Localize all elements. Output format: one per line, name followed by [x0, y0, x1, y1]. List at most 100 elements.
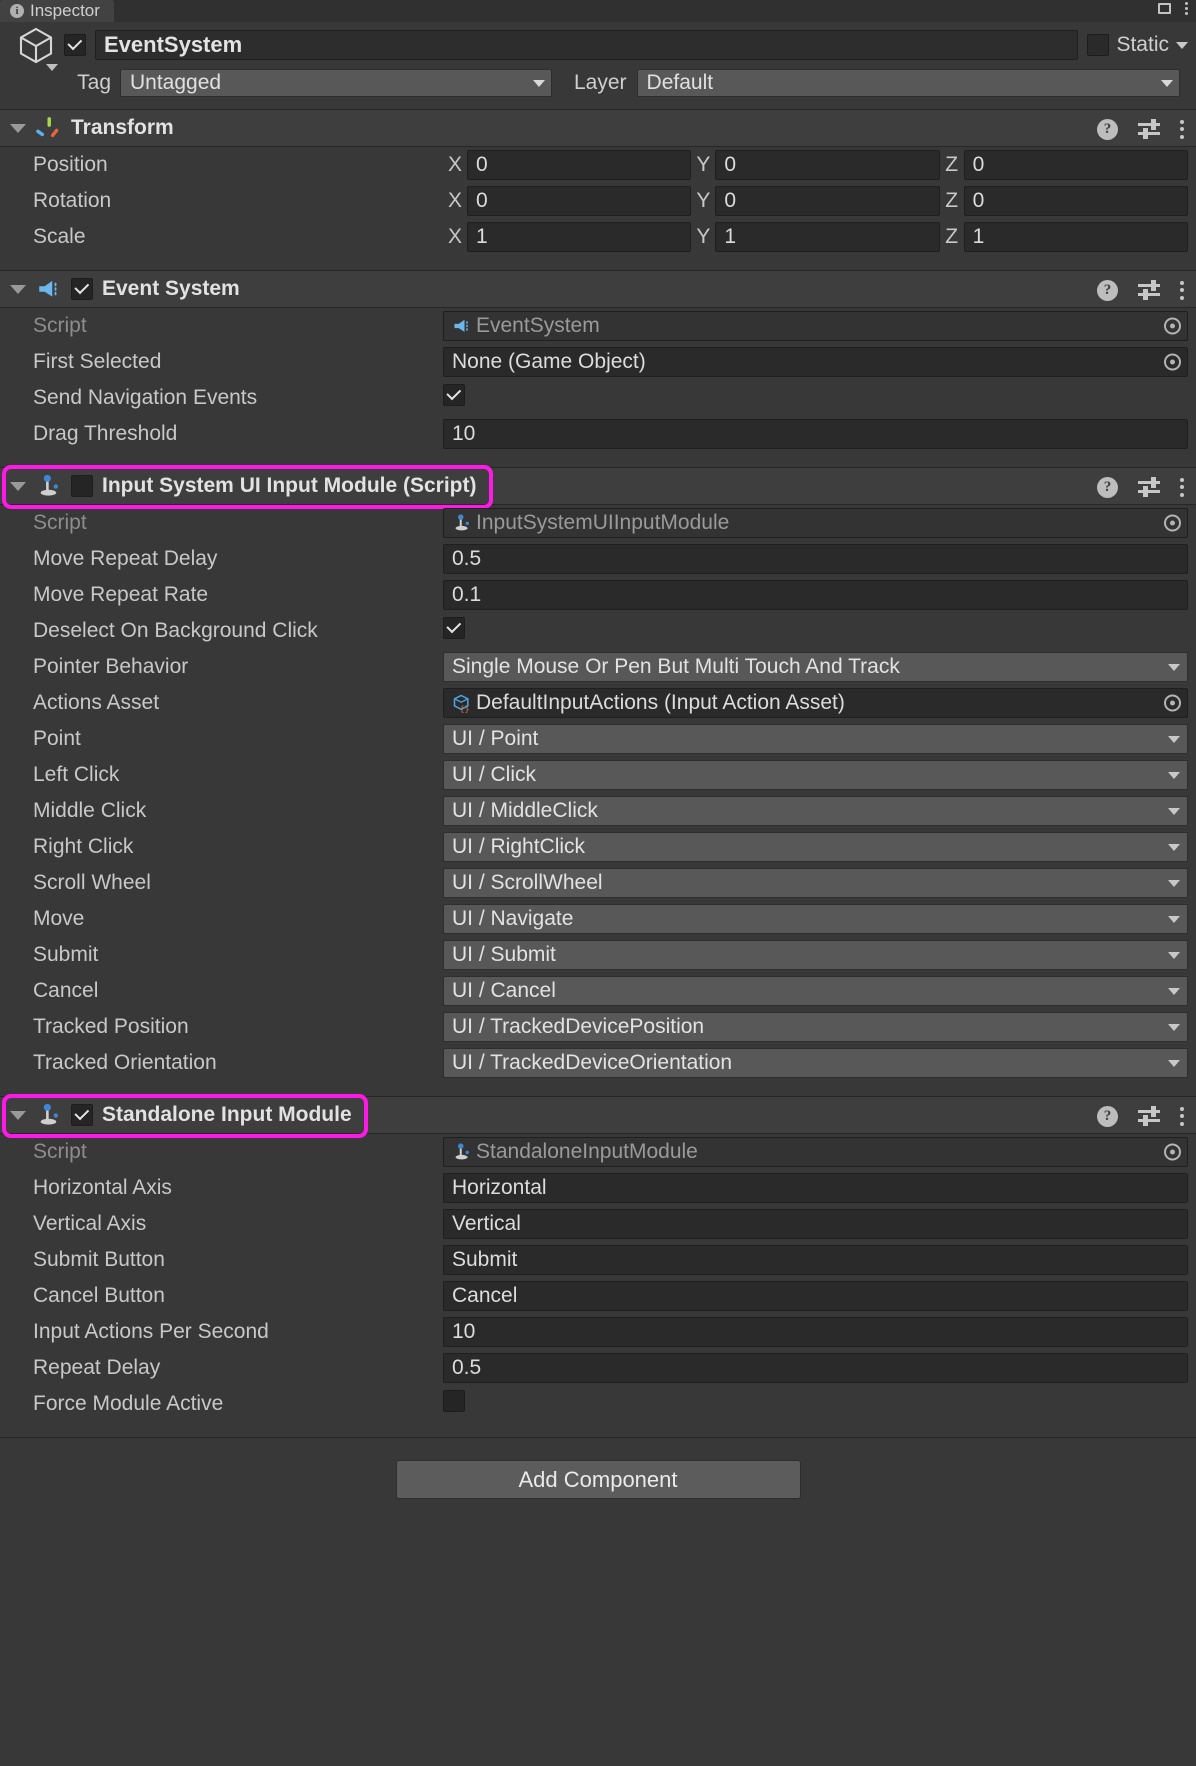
foldout-arrow-icon[interactable]	[10, 481, 26, 491]
property-text-input[interactable]: Vertical	[443, 1209, 1188, 1239]
property-text-input[interactable]: 0.1	[443, 580, 1188, 610]
input-action-asset-icon: {}	[452, 693, 472, 713]
property-dropdown[interactable]: UI / Cancel	[443, 976, 1188, 1006]
component-enabled-checkbox[interactable]	[71, 475, 93, 497]
component-spacer	[0, 255, 1196, 270]
object-picker-icon[interactable]	[1164, 317, 1181, 335]
vector3-input-x[interactable]: 1	[467, 222, 692, 252]
object-picker-icon[interactable]	[1164, 694, 1181, 712]
property-dropdown[interactable]: UI / TrackedDevicePosition	[443, 1012, 1188, 1042]
game-object-enabled-checkbox[interactable]	[64, 34, 86, 56]
foldout-arrow-icon[interactable]	[10, 123, 26, 133]
object-reference-field[interactable]: EventSystem	[443, 311, 1188, 341]
help-icon[interactable]: ?	[1097, 118, 1118, 140]
property-text-input[interactable]: 0.5	[443, 1353, 1188, 1383]
property-label: Script	[33, 1140, 87, 1163]
property-text-input[interactable]: Cancel	[443, 1281, 1188, 1311]
component-header-transform[interactable]: Transform?	[0, 109, 1196, 147]
property-label: First Selected	[33, 350, 162, 373]
component-enabled-checkbox[interactable]	[71, 1104, 93, 1126]
object-reference-field[interactable]: InputSystemUIInputModule	[443, 508, 1188, 538]
preset-icon[interactable]	[1138, 1106, 1160, 1126]
component-header-event-system[interactable]: Event System?	[0, 270, 1196, 308]
vector3-input-y[interactable]: 1	[715, 222, 940, 252]
object-picker-icon[interactable]	[1164, 1143, 1181, 1161]
foldout-arrow-icon[interactable]	[10, 1110, 26, 1120]
tag-dropdown[interactable]: Untagged	[120, 69, 552, 97]
chevron-down-icon	[1168, 987, 1180, 995]
preset-icon[interactable]	[1138, 119, 1160, 139]
object-picker-icon[interactable]	[1164, 353, 1181, 371]
component-enabled-checkbox[interactable]	[71, 278, 93, 300]
property-dropdown[interactable]: UI / RightClick	[443, 832, 1188, 862]
help-icon[interactable]: ?	[1097, 279, 1118, 301]
component-title: Event System	[102, 277, 240, 300]
vector3-input-x[interactable]: 0	[467, 150, 692, 180]
property-dropdown[interactable]: UI / Submit	[443, 940, 1188, 970]
component-menu-icon[interactable]	[1180, 477, 1184, 497]
property-row: Left Click UI / Click	[0, 757, 1196, 793]
property-label: Send Navigation Events	[33, 386, 258, 409]
property-dropdown[interactable]: UI / Point	[443, 724, 1188, 754]
property-dropdown[interactable]: UI / Click	[443, 760, 1188, 790]
object-reference-field[interactable]: StandaloneInputModule	[443, 1137, 1188, 1167]
property-text-input[interactable]: 0.5	[443, 544, 1188, 574]
property-dropdown[interactable]: UI / TrackedDeviceOrientation	[443, 1048, 1188, 1078]
foldout-arrow-icon[interactable]	[10, 284, 26, 294]
property-field: UI / Point	[443, 724, 1188, 754]
game-object-name-input[interactable]: EventSystem	[95, 30, 1079, 60]
layer-dropdown[interactable]: Default	[636, 69, 1180, 97]
property-label: Cancel Button	[33, 1284, 165, 1307]
vector3-input-y[interactable]: 0	[715, 186, 940, 216]
component-header-input-system-ui-input-module[interactable]: Input System UI Input Module (Script)?	[0, 465, 1196, 509]
component-spacer	[0, 1081, 1196, 1096]
tab-inspector[interactable]: i Inspector	[0, 0, 114, 22]
component-menu-icon[interactable]	[1180, 280, 1184, 300]
add-component-button[interactable]: Add Component	[395, 1460, 801, 1499]
preset-icon[interactable]	[1138, 477, 1160, 497]
static-checkbox[interactable]	[1087, 34, 1110, 56]
dropdown-value: UI / TrackedDevicePosition	[452, 1015, 705, 1038]
property-dropdown[interactable]: UI / Navigate	[443, 904, 1188, 934]
chevron-down-icon[interactable]	[46, 64, 58, 71]
property-checkbox[interactable]	[443, 1390, 465, 1412]
component-header-standalone-input-module[interactable]: Standalone Input Module?	[0, 1094, 1196, 1138]
help-icon[interactable]: ?	[1097, 476, 1118, 498]
property-dropdown[interactable]: UI / MiddleClick	[443, 796, 1188, 826]
property-row: Scroll Wheel UI / ScrollWheel	[0, 865, 1196, 901]
vector3-input-z[interactable]: 0	[963, 150, 1188, 180]
transform-axis-icon	[36, 115, 62, 141]
tag-label: Tag	[77, 71, 111, 94]
property-dropdown[interactable]: Single Mouse Or Pen But Multi Touch And …	[443, 652, 1188, 682]
vector3-input-z[interactable]: 1	[963, 222, 1188, 252]
component-menu-icon[interactable]	[1180, 1106, 1184, 1126]
inspector-tabstrip: i Inspector	[0, 0, 1196, 22]
lock-window-icon[interactable]	[1158, 3, 1171, 14]
object-picker-icon[interactable]	[1164, 514, 1181, 532]
property-text-input[interactable]: Submit	[443, 1245, 1188, 1275]
vector3-input-x[interactable]: 0	[467, 186, 692, 216]
property-dropdown[interactable]: UI / ScrollWheel	[443, 868, 1188, 898]
property-label: Deselect On Background Click	[33, 619, 318, 642]
vector3-input-z[interactable]: 0	[963, 186, 1188, 216]
layer-value: Default	[646, 71, 714, 94]
property-checkbox[interactable]	[443, 617, 465, 639]
property-checkbox[interactable]	[443, 384, 465, 406]
object-reference-field[interactable]: {} DefaultInputActions (Input Action Ass…	[443, 688, 1188, 718]
property-field: 0.5	[443, 544, 1188, 574]
static-chevron-down-icon[interactable]	[1176, 41, 1188, 49]
chevron-down-icon	[1168, 1059, 1180, 1067]
property-text-input[interactable]: 10	[443, 419, 1188, 449]
vector3-input-y[interactable]: 0	[715, 150, 940, 180]
component-menu-icon[interactable]	[1180, 119, 1184, 139]
help-icon[interactable]: ?	[1097, 1105, 1118, 1127]
window-menu-icon[interactable]	[1185, 2, 1188, 15]
object-reference-field[interactable]: None (Game Object)	[443, 347, 1188, 377]
property-text-input[interactable]: Horizontal	[443, 1173, 1188, 1203]
property-row: Script InputSystemUIInputModule	[0, 505, 1196, 541]
property-text-input[interactable]: 10	[443, 1317, 1188, 1347]
property-label: Scroll Wheel	[33, 871, 151, 894]
property-row: Horizontal Axis Horizontal	[0, 1170, 1196, 1206]
preset-icon[interactable]	[1138, 280, 1160, 300]
game-object-icon-wrap[interactable]	[8, 23, 64, 71]
